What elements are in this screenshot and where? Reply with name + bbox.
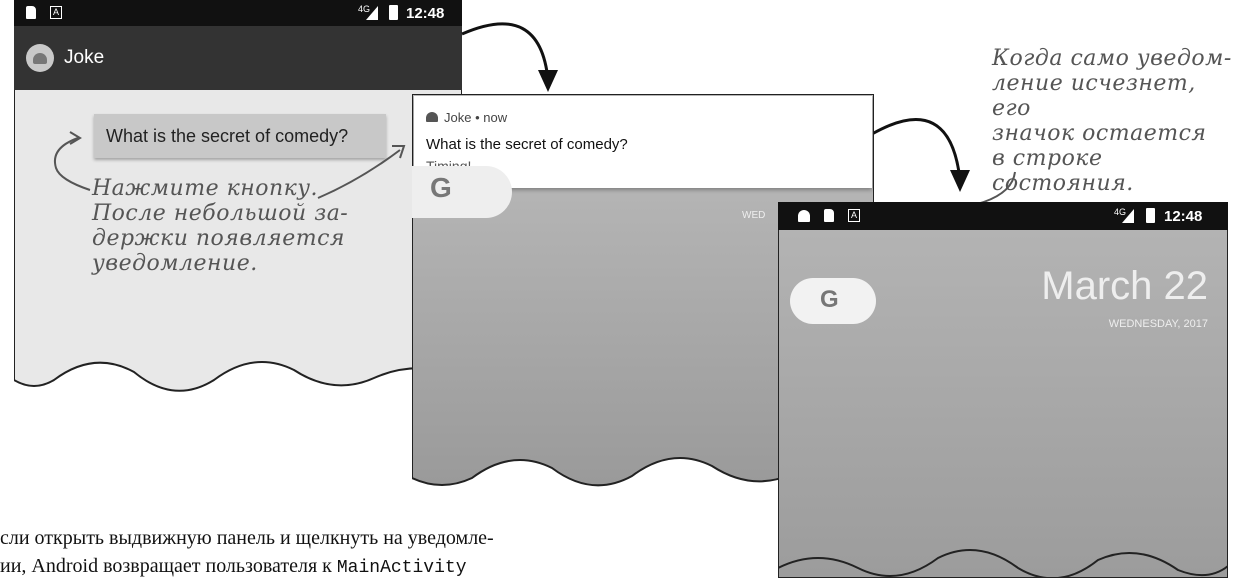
battery-icon bbox=[1146, 208, 1155, 223]
screen-home: A 4G 12:48 G March 22 WEDNESDAY, 2017 bbox=[778, 202, 1228, 578]
annotation-right-line: значок остается bbox=[992, 121, 1207, 146]
signal-icon bbox=[1122, 209, 1134, 223]
sd-card-icon bbox=[824, 209, 834, 222]
annotation-right-line: ление исчезнет, его bbox=[992, 71, 1196, 121]
notification-a-icon: A bbox=[848, 209, 860, 222]
android-small-icon bbox=[426, 112, 438, 122]
google-search-pill[interactable]: G bbox=[412, 166, 512, 218]
date-big: March 22 bbox=[1041, 264, 1208, 308]
screen-home-shape bbox=[778, 202, 1228, 578]
joke-status-icon bbox=[798, 210, 810, 222]
caption-code: MainActivity bbox=[336, 558, 467, 578]
annotation-right: Когда само уведом- ление исчезнет, его з… bbox=[992, 46, 1242, 196]
caption-line-1: сли открыть выдвижную панель и щелкнуть … bbox=[0, 527, 494, 549]
notification-app-line: Joke • now bbox=[444, 110, 508, 125]
date-fragment: WED bbox=[742, 210, 766, 221]
google-g-icon: G bbox=[430, 172, 452, 203]
caption: сли открыть выдвижную панель и щелкнуть … bbox=[0, 524, 494, 582]
annotation-right-line: в строке состояния. bbox=[992, 146, 1134, 196]
home-status-bar: A 4G 12:48 bbox=[778, 202, 1228, 230]
google-g-icon: G bbox=[820, 286, 839, 313]
date-small: WEDNESDAY, 2017 bbox=[1108, 318, 1208, 330]
google-search-pill[interactable]: G bbox=[790, 278, 876, 324]
annotation-right-line: Когда само уведом- bbox=[992, 46, 1232, 71]
notification-title: What is the secret of comedy? bbox=[426, 136, 628, 153]
status-time: 12:48 bbox=[1164, 208, 1203, 225]
